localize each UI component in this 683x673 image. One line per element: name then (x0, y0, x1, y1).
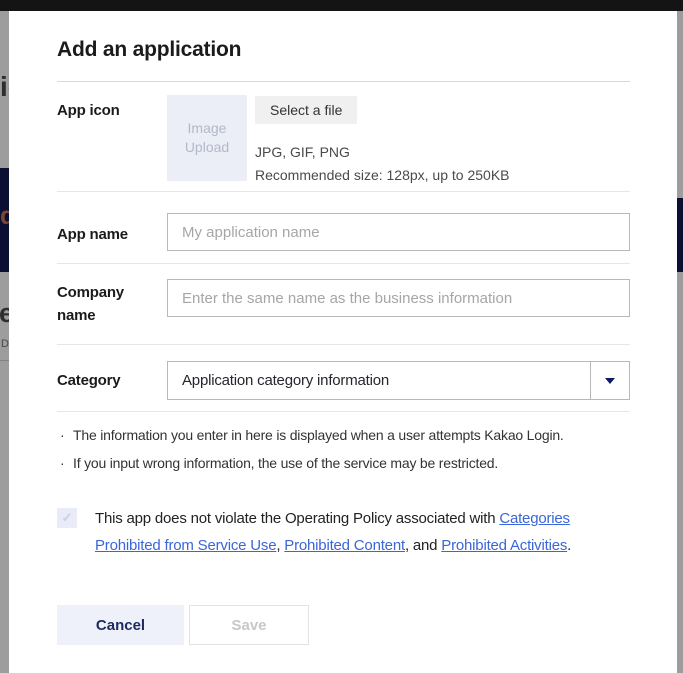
link-prohibited-activities[interactable]: Prohibited Activities (441, 537, 567, 554)
policy-checkbox[interactable]: ✓ (57, 508, 77, 528)
background-text-fragment: es (0, 298, 9, 329)
category-label: Category (57, 361, 167, 400)
link-prohibited-content[interactable]: Prohibited Content (284, 537, 405, 554)
add-application-modal: Add an application App icon Image Upload… (9, 11, 677, 673)
bullet-icon: · (60, 449, 73, 477)
app-name-row: App name (57, 192, 630, 264)
upload-placeholder-text: Image (188, 119, 227, 138)
note-text: The information you enter in here is dis… (73, 427, 564, 443)
company-name-row: Company name (57, 264, 630, 345)
background-left-strip: ic d es D (0, 11, 9, 673)
company-name-field (167, 279, 630, 327)
bullet-icon: · (60, 421, 73, 449)
app-icon-row: App icon Image Upload Select a file JPG,… (57, 82, 630, 192)
company-name-input[interactable] (167, 279, 630, 317)
save-button[interactable]: Save (189, 605, 309, 645)
screen: ic d es D Add an application App icon Im… (0, 0, 683, 673)
upload-placeholder-text: Upload (185, 138, 229, 157)
policy-text-segment: , and (405, 537, 441, 554)
policy-row: ✓ This app does not violate the Operatin… (57, 505, 630, 559)
background-right-strip (677, 11, 683, 673)
category-selected-value: Application category information (168, 362, 590, 399)
background-hero-block (677, 198, 683, 272)
app-name-label: App name (57, 213, 167, 251)
modal-title: Add an application (57, 38, 630, 62)
background-hero-block: d (0, 168, 9, 272)
background-top-bar (0, 0, 683, 11)
check-icon: ✓ (62, 510, 73, 526)
chevron-down-icon (605, 378, 615, 384)
policy-text-segment: . (567, 537, 571, 554)
category-row: Category Application category informatio… (57, 345, 630, 412)
note-text: If you input wrong information, the use … (73, 455, 498, 471)
background-text-fragment: D (1, 338, 9, 350)
app-icon-field: Image Upload Select a file JPG, GIF, PNG… (167, 95, 630, 183)
policy-text-segment: This app does not violate the Operating … (95, 510, 499, 527)
app-name-field (167, 213, 630, 251)
company-name-label: Company name (57, 279, 167, 327)
policy-text: This app does not violate the Operating … (95, 505, 630, 559)
note-item: ·The information you enter in here is di… (60, 421, 630, 449)
size-recommendation-text: Recommended size: 128px, up to 250KB (255, 167, 510, 183)
cancel-button[interactable]: Cancel (57, 605, 184, 645)
app-icon-meta: Select a file JPG, GIF, PNG Recommended … (255, 95, 510, 183)
category-select-arrow-cell[interactable] (590, 362, 629, 399)
background-text-fragment: ic (0, 71, 9, 103)
file-formats-text: JPG, GIF, PNG (255, 144, 510, 160)
notes-list: ·The information you enter in here is di… (60, 421, 630, 477)
app-icon-label: App icon (57, 95, 167, 183)
note-item: ·If you input wrong information, the use… (60, 449, 630, 477)
category-field: Application category information (167, 361, 630, 400)
category-select[interactable]: Application category information (167, 361, 630, 400)
app-name-input[interactable] (167, 213, 630, 251)
select-file-button[interactable]: Select a file (255, 96, 357, 124)
image-upload-dropzone[interactable]: Image Upload (167, 95, 247, 181)
background-divider (0, 360, 9, 361)
modal-actions: Cancel Save (57, 605, 630, 645)
background-text-fragment: d (0, 202, 9, 231)
